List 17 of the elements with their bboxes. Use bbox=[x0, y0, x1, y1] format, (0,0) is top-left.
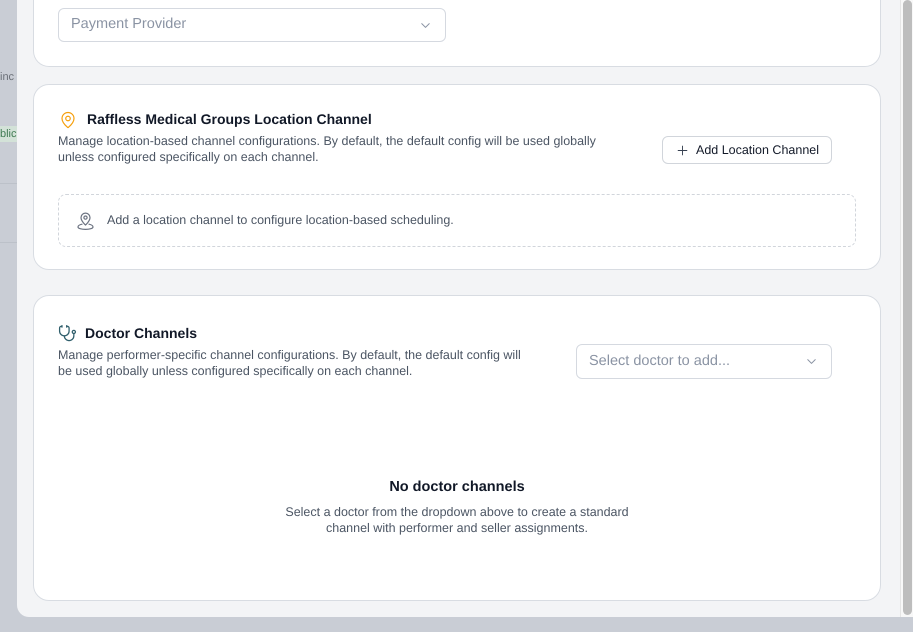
empty-location-message: Add a location channel to configure location-based scheduling. bbox=[107, 212, 454, 230]
doctor-select[interactable]: Select doctor to add... bbox=[576, 344, 832, 379]
map-pin-icon bbox=[77, 212, 94, 230]
plus-icon bbox=[674, 142, 690, 158]
card-description: Manage performer-specific channel configurations. By default, the default config will be used globally unless configured specifically on each channel. bbox=[58, 347, 522, 379]
empty-state-description: Select a doctor from the dropdown above to create a standard channel with performer and seller assignments. bbox=[284, 504, 630, 536]
background-badge: blic bbox=[0, 126, 17, 142]
background-text: inc bbox=[0, 70, 16, 84]
card-description: Manage location-based channel configurations. By default, the default config will be used globally unless configured specifically on each channel. bbox=[58, 133, 597, 165]
card-title: Doctor Channels bbox=[85, 324, 198, 343]
payment-provider-select[interactable]: Payment Provider bbox=[58, 8, 446, 42]
add-location-channel-button[interactable]: Add Location Channel bbox=[662, 136, 832, 164]
empty-state-title: No doctor channels bbox=[389, 478, 525, 497]
scrollbar-thumb[interactable] bbox=[902, 0, 912, 615]
card-title: Raffless Medical Groups Location Channel bbox=[87, 110, 372, 129]
stethoscope-icon bbox=[58, 324, 77, 343]
map-pin-icon bbox=[59, 110, 77, 128]
